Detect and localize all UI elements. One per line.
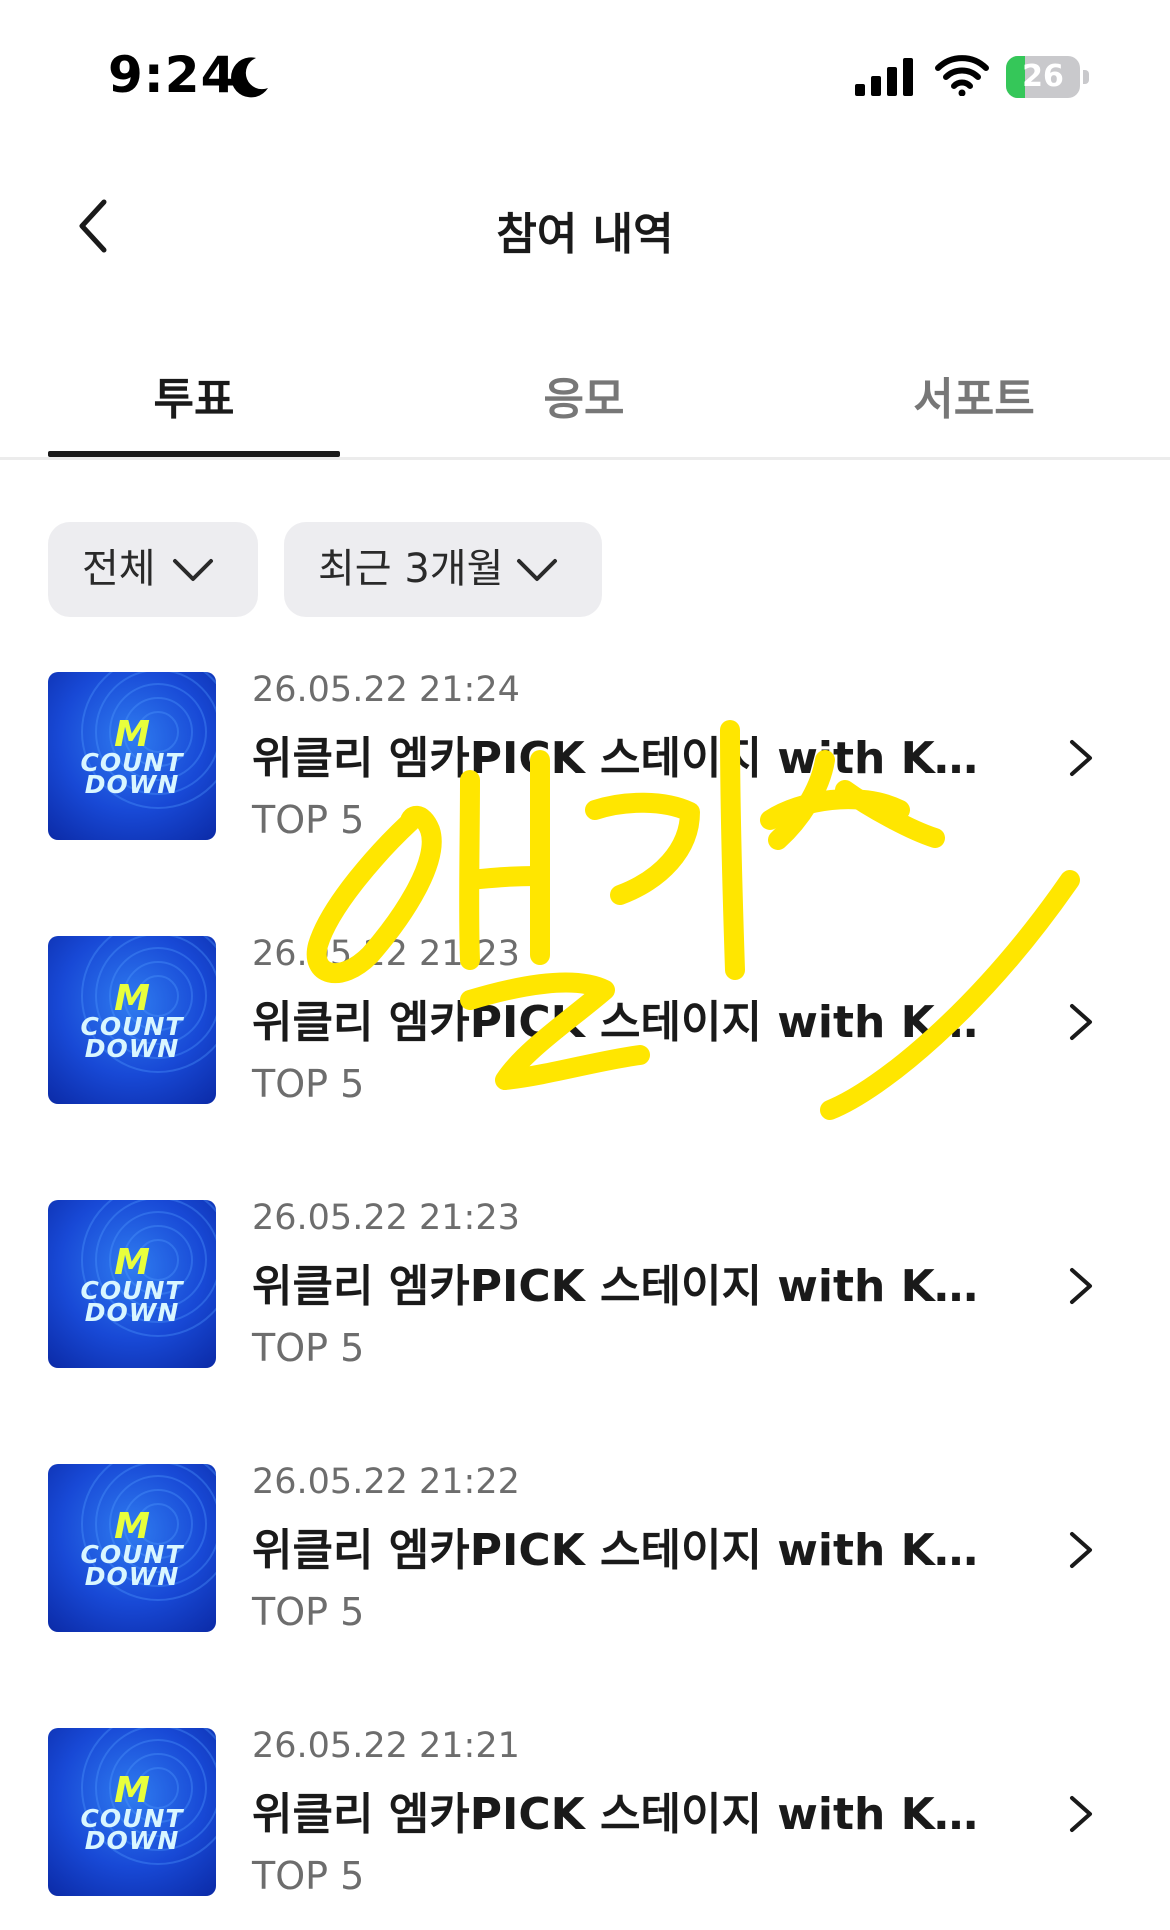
mcountdown-thumbnail: M COUNT DOWN xyxy=(48,672,216,840)
item-date: 26.05.22 21:23 xyxy=(252,934,520,974)
item-date: 26.05.22 21:23 xyxy=(252,1198,520,1238)
battery-icon: 26 xyxy=(1006,56,1089,98)
tab-support[interactable]: 서포트 xyxy=(828,360,1120,440)
tab-bar: 투표 응모 서포트 xyxy=(0,340,1170,460)
item-date: 26.05.22 21:24 xyxy=(252,670,520,710)
mcountdown-thumbnail: M COUNT DOWN xyxy=(48,1464,216,1632)
filter-all-label: 전체 xyxy=(82,546,156,592)
item-subtitle: TOP 5 xyxy=(252,1326,365,1370)
list-item[interactable]: M COUNT DOWN 26.05.22 21:23 위클리 엠카PICK 스… xyxy=(0,1198,1170,1398)
mcountdown-thumbnail: M COUNT DOWN xyxy=(48,936,216,1104)
signal-icon xyxy=(855,58,913,96)
mcountdown-thumbnail: M COUNT DOWN xyxy=(48,1200,216,1368)
wifi-icon xyxy=(935,55,989,96)
filter-period-dropdown[interactable]: 최근 3개월 xyxy=(284,522,602,617)
header: 참여 내역 xyxy=(0,170,1170,280)
mcountdown-thumbnail: M COUNT DOWN xyxy=(48,1728,216,1896)
item-title: 위클리 엠카PICK 스테이지 with KU... xyxy=(252,1525,992,1576)
item-title: 위클리 엠카PICK 스테이지 with KU... xyxy=(252,1789,992,1840)
item-subtitle: TOP 5 xyxy=(252,798,365,842)
tab-entry[interactable]: 응모 xyxy=(438,360,730,440)
item-title: 위클리 엠카PICK 스테이지 with KU... xyxy=(252,733,992,784)
item-subtitle: TOP 5 xyxy=(252,1854,365,1898)
battery-level: 26 xyxy=(1022,59,1064,94)
item-title: 위클리 엠카PICK 스테이지 with KU... xyxy=(252,997,992,1048)
moon-icon xyxy=(231,57,268,98)
filter-all-dropdown[interactable]: 전체 xyxy=(48,522,258,617)
item-title: 위클리 엠카PICK 스테이지 with KU... xyxy=(252,1261,992,1312)
chevron-right-icon xyxy=(1070,1796,1092,1832)
chevron-down-icon xyxy=(173,559,213,581)
list-item[interactable]: M COUNT DOWN 26.05.22 21:24 위클리 엠카PICK 스… xyxy=(0,670,1170,870)
item-date: 26.05.22 21:22 xyxy=(252,1462,520,1502)
status-bar: 9:24 26 xyxy=(0,0,1170,150)
chevron-right-icon xyxy=(1070,1004,1092,1040)
list-item[interactable]: M COUNT DOWN 26.05.22 21:23 위클리 엠카PICK 스… xyxy=(0,934,1170,1134)
list-item[interactable]: M COUNT DOWN 26.05.22 21:22 위클리 엠카PICK 스… xyxy=(0,1462,1170,1662)
page-title: 참여 내역 xyxy=(496,209,674,260)
chevron-right-icon xyxy=(1070,740,1092,776)
filter-period-label: 최근 3개월 xyxy=(318,546,504,592)
chevron-right-icon xyxy=(1070,1268,1092,1304)
status-time: 9:24 xyxy=(108,46,237,104)
list-item[interactable]: M COUNT DOWN 26.05.22 21:21 위클리 엠카PICK 스… xyxy=(0,1726,1170,1926)
item-subtitle: TOP 5 xyxy=(252,1590,365,1634)
item-date: 26.05.22 21:21 xyxy=(252,1726,520,1766)
tab-active-indicator xyxy=(48,451,340,457)
chevron-right-icon xyxy=(1070,1532,1092,1568)
item-subtitle: TOP 5 xyxy=(252,1062,365,1106)
chevron-down-icon xyxy=(517,559,557,581)
tab-vote[interactable]: 투표 xyxy=(48,360,340,440)
